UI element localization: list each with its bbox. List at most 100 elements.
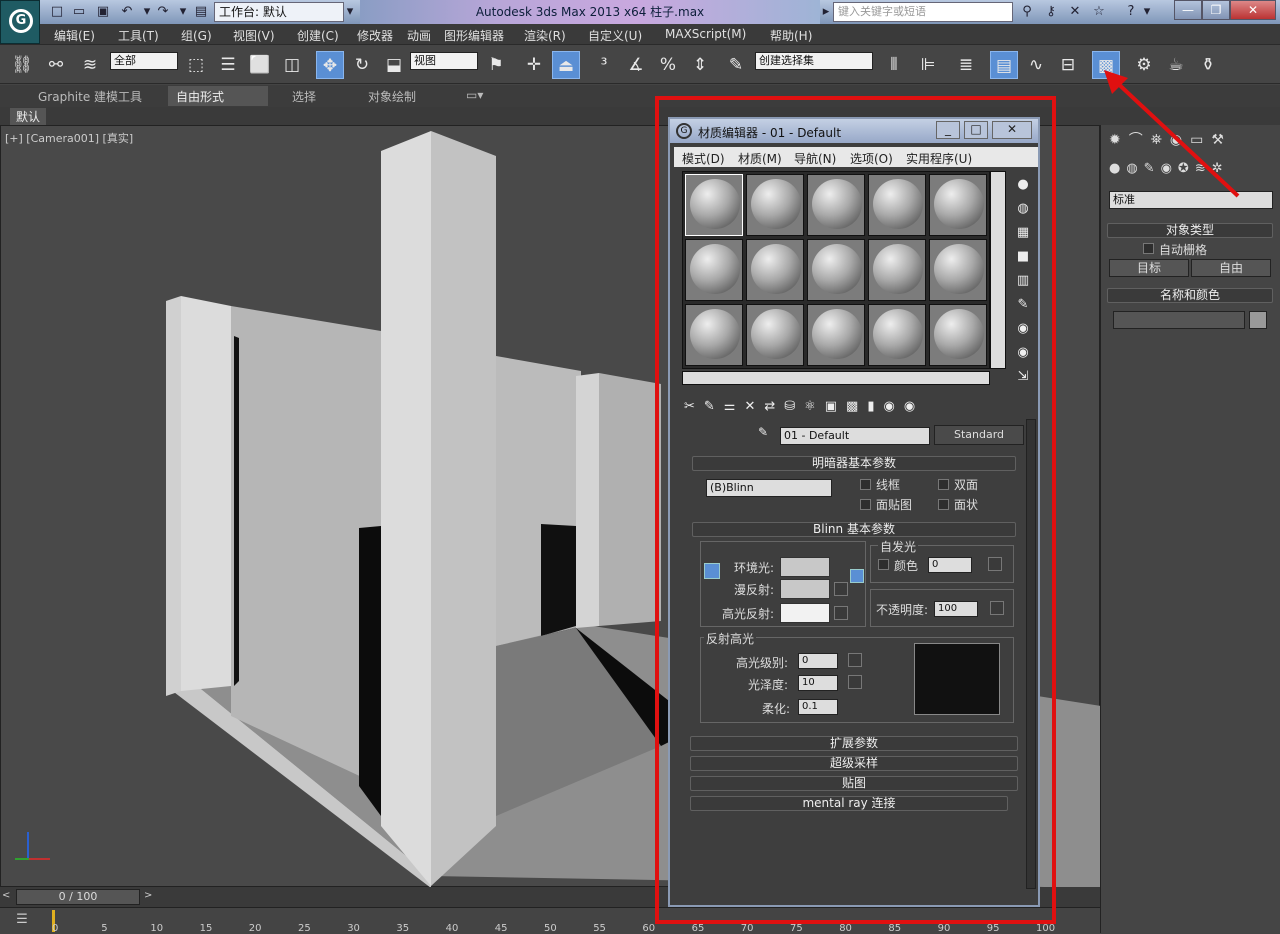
free-camera-button[interactable]: 自由	[1191, 259, 1271, 277]
search-input[interactable]: 键入关键字或短语	[833, 2, 1013, 22]
track-tick-label: 70	[740, 923, 754, 934]
save-icon[interactable]: ▣	[94, 3, 112, 21]
menu-help[interactable]: 帮助(H)	[770, 27, 812, 44]
binoculars-icon[interactable]: ⚲	[1018, 3, 1036, 21]
mirror-icon[interactable]: ⫴	[880, 51, 908, 79]
undo-dropdown-icon[interactable]: ▾	[142, 3, 152, 21]
menu-group[interactable]: 组(G)	[181, 27, 212, 44]
select-object-icon[interactable]: ⬚	[182, 51, 210, 79]
ribbon-default-tab[interactable]: 默认	[10, 108, 47, 125]
menu-maxscript[interactable]: MAXScript(M)	[665, 27, 746, 41]
undo-icon[interactable]: ↶	[118, 3, 136, 21]
track-tick-label: 0	[52, 923, 59, 934]
command-panel: ✹⌒⛯◉▭⚒ ●◍✎◉✪≋✲ 标准 对象类型 自动栅格 目标 自由 名称和颜色	[1100, 125, 1280, 933]
bind-spacewarp-icon[interactable]: ≋	[76, 51, 104, 79]
mini-curve-editor-icon[interactable]: ☰	[8, 912, 36, 930]
rotate-icon[interactable]: ↻	[348, 51, 376, 79]
render-setup-icon[interactable]: ⚙	[1130, 51, 1158, 79]
key-icon[interactable]: ⚷	[1042, 3, 1060, 21]
menu-rendering[interactable]: 渲染(R)	[524, 27, 566, 44]
select-manipulate-icon[interactable]: ✛	[520, 51, 548, 79]
reference-coordinate-dropdown[interactable]: 视图	[410, 52, 478, 70]
percent-snap-icon[interactable]: %	[654, 51, 682, 79]
window-title: Autodesk 3ds Max 2013 x64 柱子.max	[360, 0, 820, 24]
schematic-view-icon[interactable]: ⊟	[1054, 51, 1082, 79]
redo-icon[interactable]: ↷	[154, 3, 172, 21]
render-production-icon[interactable]: ⚱	[1194, 51, 1222, 79]
workspace-arrow-icon[interactable]: ▾	[344, 3, 356, 21]
favorites-icon[interactable]: ☆	[1090, 3, 1108, 21]
track-tick-label: 80	[839, 923, 852, 934]
track-tick-label: 60	[642, 923, 656, 934]
logo-letter: G	[9, 9, 33, 33]
axis-tripod	[9, 826, 59, 866]
object-name-field[interactable]	[1113, 311, 1245, 329]
track-tick-label: 40	[445, 923, 459, 934]
app-logo[interactable]: G	[0, 0, 40, 44]
spinner-snap-icon[interactable]: ⇕	[686, 51, 714, 79]
track-tick-label: 35	[396, 923, 410, 934]
menu-edit[interactable]: 编辑(E)	[54, 27, 95, 44]
menu-tools[interactable]: 工具(T)	[118, 27, 159, 44]
open-file-icon[interactable]: ▭	[70, 3, 88, 21]
menu-modifiers[interactable]: 修改器	[357, 27, 393, 44]
object-type-rollout[interactable]: 对象类型	[1107, 223, 1273, 238]
menu-graph-editors[interactable]: 图形编辑器	[444, 27, 504, 44]
select-by-name-icon[interactable]: ☰	[214, 51, 242, 79]
angle-snap-icon[interactable]: ∡	[622, 51, 650, 79]
name-color-rollout[interactable]: 名称和颜色	[1107, 288, 1273, 303]
time-slider-thumb[interactable]: 0 / 100	[16, 889, 140, 905]
infocenter-arrow-icon[interactable]: ▸	[820, 3, 832, 21]
track-tick-label: 90	[937, 923, 951, 934]
menu-views[interactable]: 视图(V)	[233, 27, 275, 44]
category-dropdown[interactable]: 标准	[1109, 191, 1273, 209]
selection-filter-dropdown[interactable]: 全部	[110, 52, 178, 70]
curve-editor-icon[interactable]: ∿	[1022, 51, 1050, 79]
snaps-toggle-icon[interactable]: ³	[590, 51, 618, 79]
create-category-icons[interactable]: ●◍✎◉✪≋✲	[1109, 161, 1277, 183]
material-editor-icon[interactable]: ▩	[1092, 51, 1120, 79]
menu-animation[interactable]: 动画	[407, 27, 431, 44]
menu-customize[interactable]: 自定义(U)	[588, 27, 642, 44]
help-dropdown-icon[interactable]: ▾	[1142, 3, 1152, 21]
annotation-red-box	[655, 96, 1056, 924]
tab-selection[interactable]: 选择	[292, 88, 316, 105]
rect-selection-icon[interactable]: ⬜	[246, 51, 274, 79]
workspace-dropdown[interactable]: 工作台: 默认	[214, 2, 344, 22]
keyboard-shortcut-override-icon[interactable]: ⏏	[552, 51, 580, 79]
move-icon[interactable]: ✥	[316, 51, 344, 79]
edit-named-selection-icon[interactable]: ✎	[722, 51, 750, 79]
minimize-button[interactable]: —	[1174, 0, 1202, 20]
named-selection-set-dropdown[interactable]: 创建选择集	[755, 52, 873, 70]
time-slider-next-icon[interactable]: >	[144, 890, 156, 904]
new-file-icon[interactable]: □	[48, 3, 66, 21]
scale-icon[interactable]: ⬓	[380, 51, 408, 79]
target-camera-button[interactable]: 目标	[1109, 259, 1189, 277]
auto-grid-label: 自动栅格	[1159, 243, 1208, 257]
project-folder-icon[interactable]: ▤	[192, 3, 210, 21]
link-icon[interactable]: ⛓	[8, 51, 36, 79]
redo-dropdown-icon[interactable]: ▾	[178, 3, 188, 21]
help-icon[interactable]: ?	[1122, 3, 1140, 21]
time-slider-prev-icon[interactable]: <	[2, 890, 14, 904]
rendered-frame-window-icon[interactable]: ☕	[1162, 51, 1190, 79]
align-icon[interactable]: ⊫	[914, 51, 942, 79]
track-tick-label: 5	[101, 923, 108, 934]
tab-freeform[interactable]: 自由形式	[168, 86, 268, 106]
window-crossing-icon[interactable]: ◫	[278, 51, 306, 79]
command-panel-tabs[interactable]: ✹⌒⛯◉▭⚒	[1109, 129, 1277, 151]
unlink-icon[interactable]: ⚯	[42, 51, 70, 79]
layer-manager-icon[interactable]: ≣	[952, 51, 980, 79]
ribbon-options-icon[interactable]: ▭▾	[466, 88, 483, 102]
auto-grid-checkbox[interactable]	[1143, 243, 1154, 254]
pivot-center-icon[interactable]: ⚑	[482, 51, 510, 79]
maximize-button[interactable]: ❐	[1202, 0, 1230, 20]
tools-icon[interactable]: ✕	[1066, 3, 1084, 21]
close-button[interactable]: ✕	[1230, 0, 1276, 20]
object-color-swatch[interactable]	[1249, 311, 1267, 329]
menu-create[interactable]: 创建(C)	[297, 27, 339, 44]
scene-explorer-icon[interactable]: ▤	[990, 51, 1018, 79]
tab-object-paint[interactable]: 对象绘制	[368, 88, 416, 105]
track-tick-label: 50	[544, 923, 557, 934]
tab-graphite[interactable]: Graphite 建模工具	[38, 88, 142, 105]
